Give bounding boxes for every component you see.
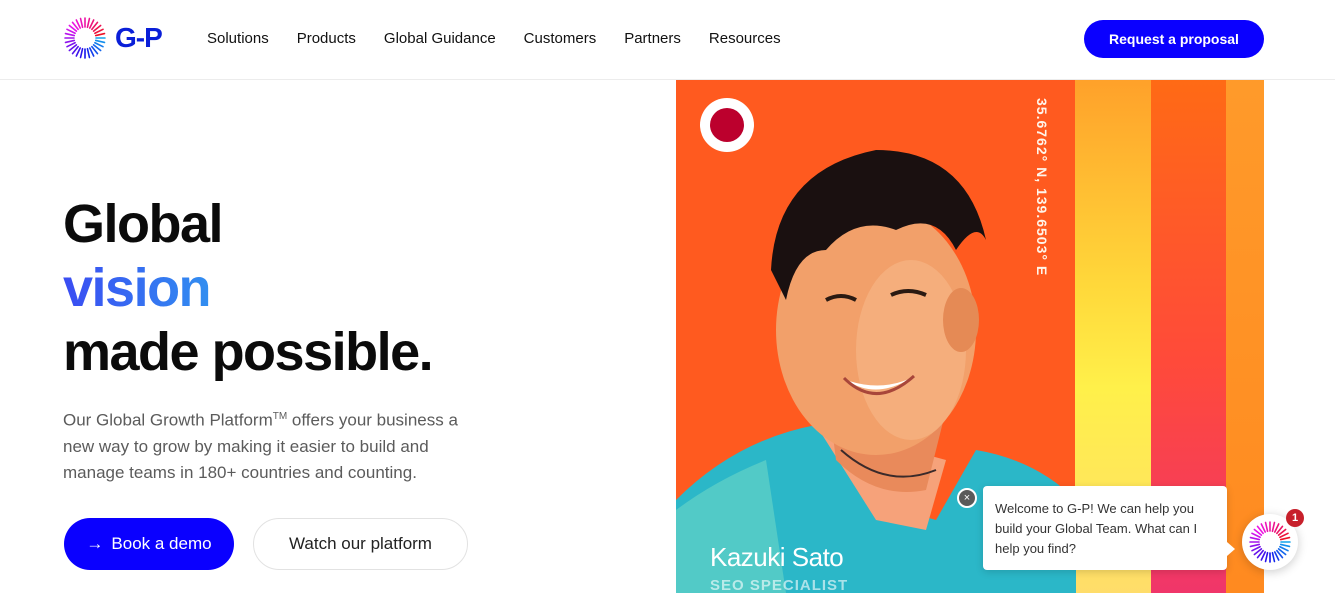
nav-item-partners[interactable]: Partners [624,30,681,47]
nav-item-solutions[interactable]: Solutions [207,30,269,47]
flag-circle [710,108,744,142]
hero-title-line2: vision [63,256,432,320]
hero-description: Our Global Growth PlatformTM offers your… [63,404,493,486]
main-nav: Solutions Products Global Guidance Custo… [207,30,809,47]
nav-item-customers[interactable]: Customers [524,30,597,47]
gp-logo[interactable]: G-P [63,16,163,60]
arrow-right-icon: → [86,534,104,553]
japan-flag-icon [700,98,754,152]
hero-description-part1: Our Global Growth Platform [63,410,273,430]
book-demo-button[interactable]: → Book a demo [64,518,234,570]
nav-item-products[interactable]: Products [297,30,356,47]
logo-text: G-P [115,22,163,53]
chat-welcome-bubble[interactable]: Welcome to G-P! We can help you build yo… [983,486,1235,570]
chat-close-icon[interactable]: × [957,488,977,508]
trademark-mark: TM [272,411,288,422]
site-header: G-P Solutions Products Global Guidance C… [0,0,1335,80]
employee-role: SEO SPECIALIST [710,577,849,593]
watch-platform-button[interactable]: Watch our platform [253,518,468,570]
employee-name: Kazuki Sato [710,542,844,572]
notification-badge: 1 [1286,509,1304,527]
book-demo-label: Book a demo [111,534,212,553]
sunburst-logo-icon [64,17,106,59]
sunburst-chat-icon [1249,521,1291,563]
hero-title: Global vision made possible. [63,192,434,384]
hero-title-line3: made possible. [63,322,434,382]
nav-item-resources[interactable]: Resources [709,30,781,47]
request-proposal-button[interactable]: Request a proposal [1084,20,1264,58]
hero-title-line1: Global [63,194,224,254]
location-coordinates: 35.6762° N, 139.6503° E [1034,98,1050,277]
nav-item-global-guidance[interactable]: Global Guidance [384,30,496,47]
